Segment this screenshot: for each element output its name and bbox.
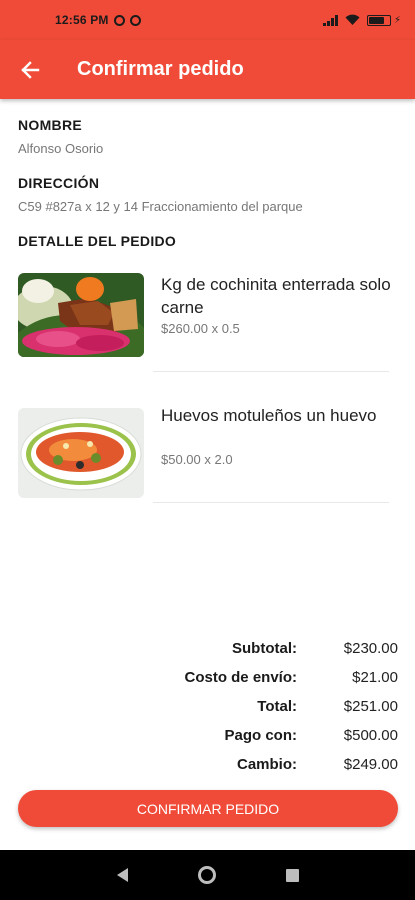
shipping-value: $21.00 [352,669,398,686]
arrow-left-icon [21,60,40,79]
subtotal-label: Subtotal: [232,640,297,657]
shipping-label: Costo de envío: [184,669,297,686]
paid-label: Pago con: [224,727,297,744]
subtotal-value: $230.00 [343,640,398,657]
app-bar: Confirmar pedido [0,40,415,99]
total-value: $251.00 [343,698,398,715]
status-time: 12:56 PM [55,13,109,27]
paid-row: Pago con: $500.00 [0,727,415,755]
notification-icon [129,14,141,26]
battery-icon [366,14,391,26]
wifi-icon [345,14,360,25]
page-title: Confirmar pedido [77,58,244,80]
order-detail-label: DETALLE DEL PEDIDO [18,233,177,249]
change-value: $249.00 [343,756,398,773]
item-price: $50.00 x 2.0 [161,452,233,467]
subtotal-row: Subtotal: $230.00 [0,640,415,668]
huevos-motulenos-image [18,408,144,498]
address-label: DIRECCIÓN [18,175,100,191]
paid-value: $500.00 [343,727,398,744]
nav-recents-icon[interactable] [285,868,299,882]
charging-icon: ⚡ [393,14,401,26]
list-item: Huevos motuleños un huevo $50.00 x 2.0 [18,404,403,504]
divider [153,502,389,503]
total-row: Total: $251.00 [0,698,415,726]
change-label: Cambio: [237,756,297,773]
back-button[interactable] [0,40,60,99]
name-label: NOMBRE [18,117,83,133]
cochinita-image [18,273,144,357]
change-row: Cambio: $249.00 [0,756,415,784]
customer-address: C59 #827a x 12 y 14 Fraccionamiento del … [18,199,303,214]
status-bar: 12:56 PM ⚡ [0,0,415,40]
item-name: Huevos motuleños un huevo [161,406,377,425]
list-item: Kg de cochinita enterrada solo carne $26… [18,273,403,373]
customer-name: Alfonso Osorio [18,141,104,156]
shipping-row: Costo de envío: $21.00 [0,669,415,697]
divider [153,371,389,372]
total-label: Total: [257,698,297,715]
signal-icon [322,14,338,26]
item-price: $260.00 x 0.5 [161,321,240,336]
nav-home-icon[interactable] [197,866,216,884]
notification-icon [113,14,125,26]
system-nav-bar [0,850,415,900]
nav-back-icon[interactable] [116,868,128,882]
confirm-order-button[interactable]: CONFIRMAR PEDIDO [18,790,398,827]
status-icons: ⚡ [322,14,401,26]
item-name: Kg de cochinita enterrada solo carne [161,275,391,317]
